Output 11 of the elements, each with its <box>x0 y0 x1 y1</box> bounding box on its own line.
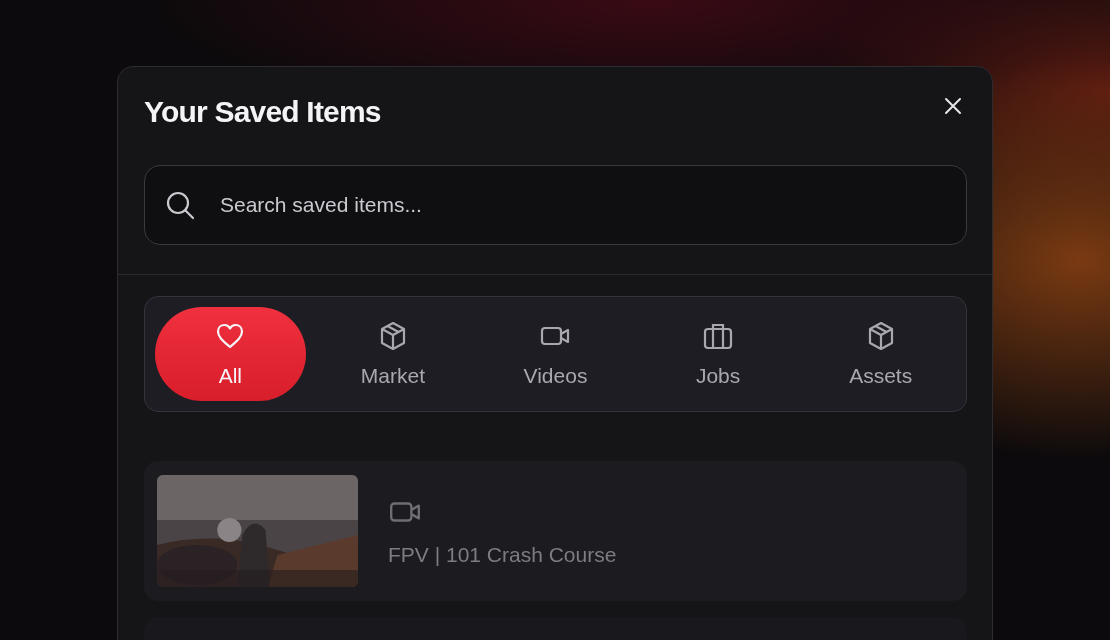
filter-tab[interactable]: Jobs <box>642 307 794 401</box>
item-title: FPV | 101 Crash Course <box>388 543 617 567</box>
search-field[interactable]: Search saved items... <box>144 165 967 245</box>
filter-tab[interactable]: All <box>155 307 306 401</box>
dialog-title: Your Saved Items <box>144 95 381 129</box>
filter-tab[interactable]: Assets <box>805 307 956 401</box>
saved-item-card[interactable]: FPV | 101 Crash Course <box>144 461 967 601</box>
filter-tab[interactable]: Videos <box>480 307 631 401</box>
close-icon <box>944 97 962 115</box>
filter-tab[interactable]: Market <box>317 307 469 401</box>
search-icon <box>165 190 195 220</box>
